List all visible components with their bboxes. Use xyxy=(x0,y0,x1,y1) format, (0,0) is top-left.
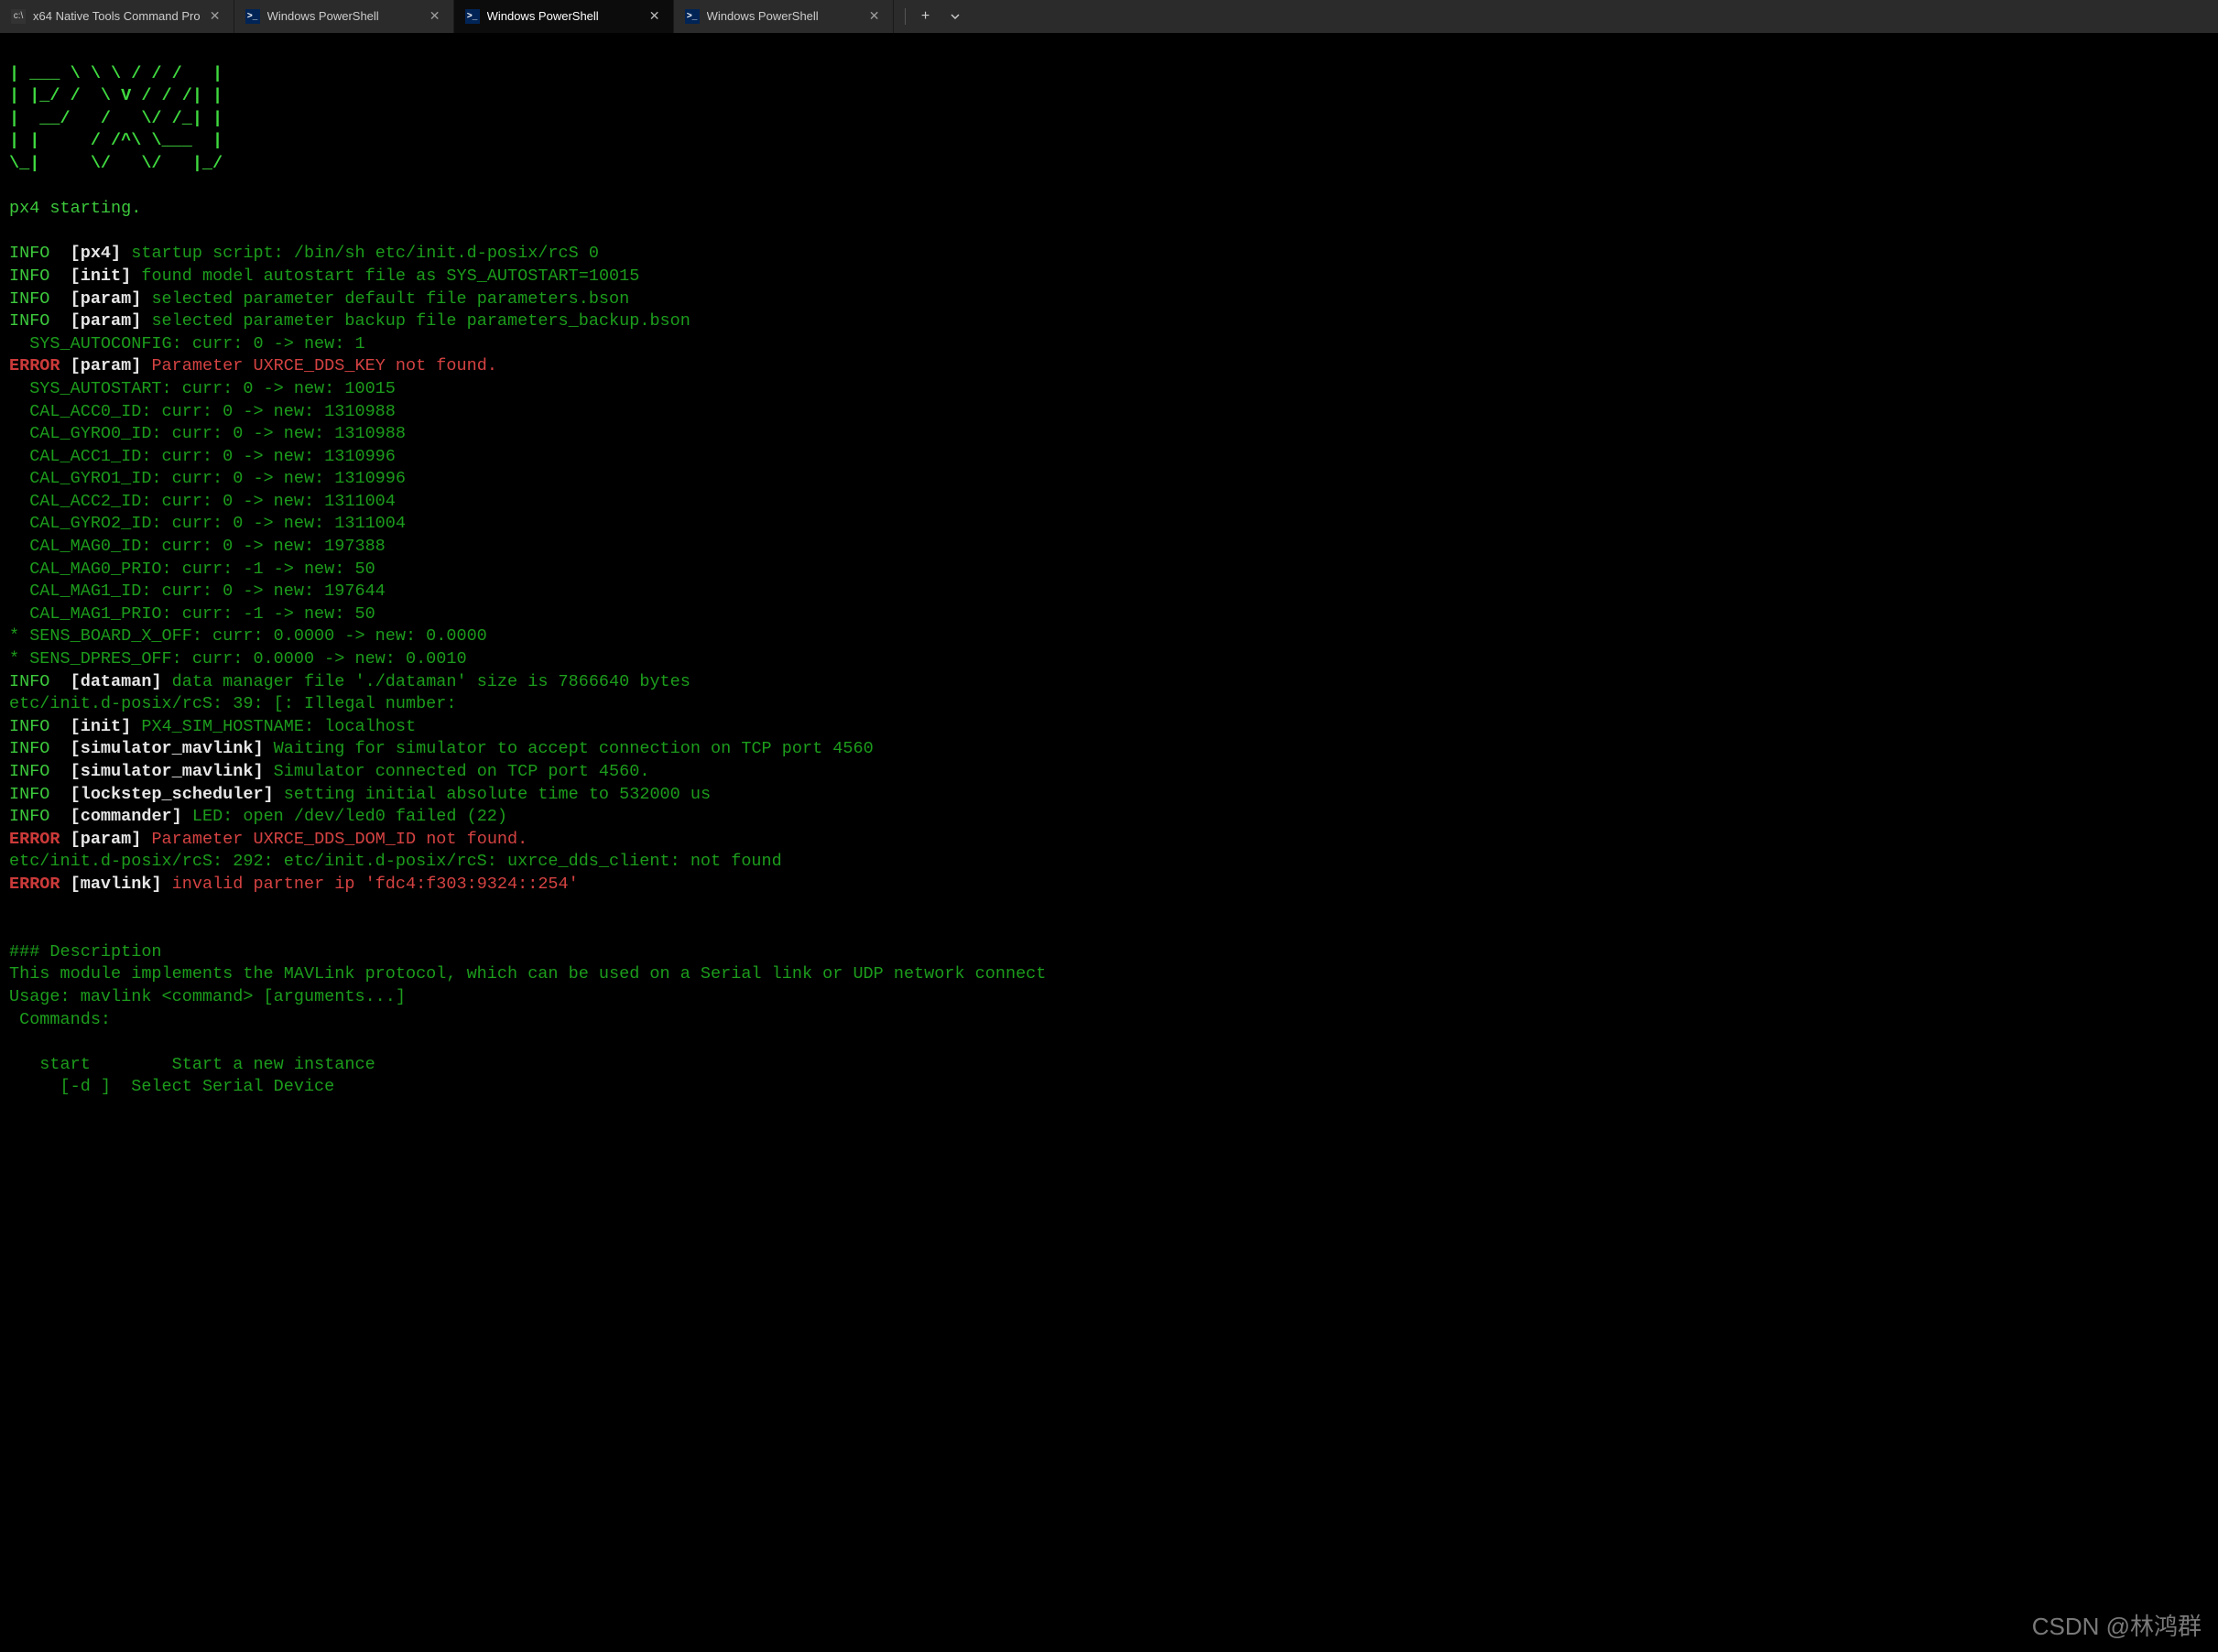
tab-2[interactable]: >_ Windows PowerShell ✕ xyxy=(454,0,674,33)
desc-title: ### Description xyxy=(9,942,162,962)
tab-divider xyxy=(905,8,906,25)
tab-3[interactable]: >_ Windows PowerShell ✕ xyxy=(674,0,894,33)
usage-line: Usage: mavlink <command> [arguments...] xyxy=(9,987,406,1006)
powershell-icon: >_ xyxy=(245,9,260,24)
cmd-icon: c:\ xyxy=(11,9,26,24)
tab-title: x64 Native Tools Command Pro xyxy=(33,8,201,25)
tab-title: Windows PowerShell xyxy=(267,8,420,25)
close-icon[interactable]: ✕ xyxy=(647,9,662,24)
close-icon[interactable]: ✕ xyxy=(428,9,442,24)
powershell-icon: >_ xyxy=(685,9,700,24)
desc-body: This module implements the MAVLink proto… xyxy=(9,964,1046,984)
new-tab-button[interactable]: + xyxy=(913,4,939,29)
terminal-output[interactable]: | ___ \ \ \ / / / | | |_/ / \ V / / /| |… xyxy=(0,33,2218,1106)
tab-0[interactable]: c:\ x64 Native Tools Command Pro ✕ xyxy=(0,0,234,33)
close-icon[interactable]: ✕ xyxy=(867,9,882,24)
commands-label: Commands: xyxy=(9,1010,111,1029)
tab-title: Windows PowerShell xyxy=(487,8,640,25)
tab-controls: + xyxy=(894,0,975,33)
watermark: CSDN @林鸿群 xyxy=(2032,1610,2202,1643)
tab-1[interactable]: >_ Windows PowerShell ✕ xyxy=(234,0,454,33)
tab-bar: c:\ x64 Native Tools Command Pro ✕ >_ Window… xyxy=(0,0,2218,33)
ascii-logo: | ___ \ \ \ / / / | | |_/ / \ V / / /| |… xyxy=(9,64,223,173)
tab-title: Windows PowerShell xyxy=(707,8,860,25)
powershell-icon: >_ xyxy=(465,9,480,24)
starting-line: px4 starting. xyxy=(9,199,141,218)
close-icon[interactable]: ✕ xyxy=(208,9,223,24)
tab-dropdown-button[interactable] xyxy=(942,4,968,29)
